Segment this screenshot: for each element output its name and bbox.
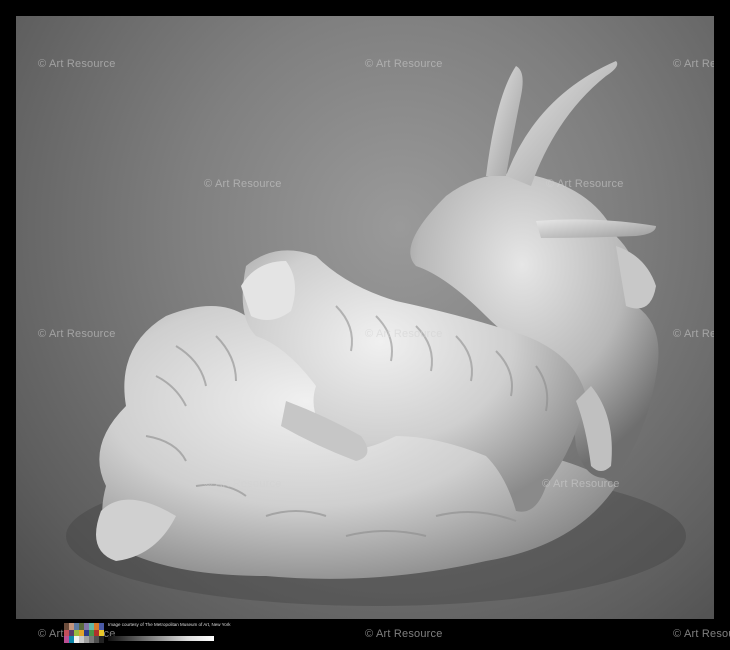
watermark: © Art Resource	[673, 328, 714, 340]
color-swatch	[99, 636, 104, 643]
goat-sculpture	[66, 61, 686, 606]
color-checker-chart	[64, 623, 104, 643]
goat-ear-right	[536, 219, 656, 238]
credit-line: Image courtesy of The Metropolitan Museu…	[108, 622, 231, 627]
watermark: © Art Resource	[673, 628, 730, 640]
watermark: © Art Resource	[204, 178, 282, 190]
image-frame: © Art Resource © Art Resource © Art Reso…	[0, 0, 730, 650]
watermark: © Art Resource	[673, 58, 714, 70]
watermark: © Art Resource	[365, 328, 443, 340]
watermark: © Art Resource	[365, 58, 443, 70]
grayscale-bar	[108, 636, 214, 641]
color-swatch	[99, 629, 104, 637]
watermark: © Art Resource	[38, 58, 116, 70]
watermark: © Art Resource	[204, 478, 282, 490]
photograph: © Art Resource © Art Resource © Art Reso…	[16, 16, 714, 619]
color-swatch	[99, 623, 104, 630]
watermark: © Art Resource	[542, 478, 620, 490]
watermark: © Art Resource	[365, 628, 443, 640]
goat-horn	[506, 61, 618, 186]
watermark: © Art Resource	[38, 328, 116, 340]
watermark: © Art Resource	[546, 178, 624, 190]
